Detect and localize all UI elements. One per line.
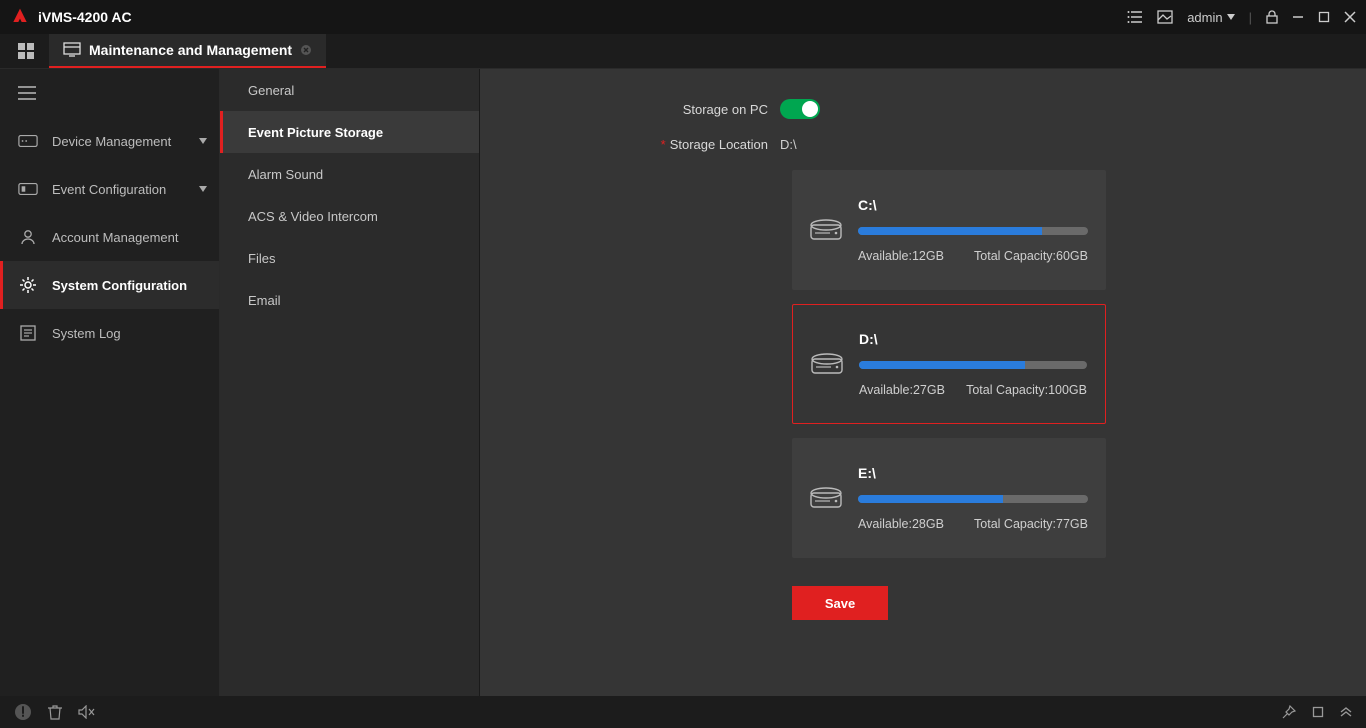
- sidebar-item-system-log[interactable]: System Log: [0, 309, 219, 357]
- drive-total: Total Capacity:77GB: [974, 517, 1088, 531]
- sidebar: Device Management Event Configuration Ac…: [0, 69, 220, 696]
- image-icon[interactable]: [1157, 10, 1173, 24]
- sub-item-acs-video-intercom[interactable]: ACS & Video Intercom: [220, 195, 479, 237]
- hdd-icon: [810, 486, 842, 510]
- event-icon: [18, 181, 38, 197]
- storage-location-value: D:\: [780, 137, 797, 152]
- content-pane: Storage on PC *Storage Location D:\ C:\ A…: [480, 69, 1366, 696]
- storage-on-pc-label: Storage on PC: [580, 102, 780, 117]
- sidebar-item-label: System Log: [52, 326, 121, 341]
- save-button[interactable]: Save: [792, 586, 888, 620]
- sidebar-item-label: Account Management: [52, 230, 178, 245]
- user-menu[interactable]: admin: [1187, 10, 1234, 25]
- expand-up-icon[interactable]: [1340, 707, 1352, 717]
- chevron-down-icon: [199, 186, 207, 192]
- drive-name: C:\: [858, 197, 1088, 213]
- close-button[interactable]: [1344, 11, 1356, 23]
- drive-name: D:\: [859, 331, 1087, 347]
- tab-screen-icon: [63, 41, 81, 59]
- drive-card[interactable]: C:\ Available:12GB Total Capacity:60GB: [792, 170, 1106, 290]
- drive-name: E:\: [858, 465, 1088, 481]
- sub-item-general[interactable]: General: [220, 69, 479, 111]
- sidebar-item-event-configuration[interactable]: Event Configuration: [0, 165, 219, 213]
- capacity-bar: [858, 227, 1088, 235]
- storage-location-label: *Storage Location: [580, 137, 780, 152]
- sidebar-item-system-configuration[interactable]: System Configuration: [0, 261, 219, 309]
- status-bar: [0, 696, 1366, 728]
- sub-sidebar: General Event Picture Storage Alarm Soun…: [220, 69, 480, 696]
- pin-icon[interactable]: [1282, 705, 1296, 719]
- mute-icon[interactable]: [78, 705, 96, 719]
- chevron-down-icon: [199, 138, 207, 144]
- storage-on-pc-toggle[interactable]: [780, 99, 820, 119]
- alert-icon[interactable]: [14, 703, 32, 721]
- sub-item-email[interactable]: Email: [220, 279, 479, 321]
- drive-total: Total Capacity:60GB: [974, 249, 1088, 263]
- sidebar-item-device-management[interactable]: Device Management: [0, 117, 219, 165]
- person-icon: [18, 229, 38, 245]
- sub-item-alarm-sound[interactable]: Alarm Sound: [220, 153, 479, 195]
- capacity-bar: [859, 361, 1087, 369]
- capacity-bar: [858, 495, 1088, 503]
- tab-label: Maintenance and Management: [89, 42, 292, 58]
- sidebar-item-account-management[interactable]: Account Management: [0, 213, 219, 261]
- device-icon: [18, 133, 38, 149]
- tabs-row: Maintenance and Management: [0, 34, 1366, 69]
- home-grid-icon[interactable]: [8, 34, 43, 68]
- user-name: admin: [1187, 10, 1222, 25]
- hdd-icon: [811, 352, 843, 376]
- lock-icon[interactable]: [1266, 10, 1278, 24]
- list-icon[interactable]: [1127, 10, 1143, 24]
- drive-total: Total Capacity:100GB: [966, 383, 1087, 397]
- app-logo-icon: [10, 7, 30, 27]
- app-title: iVMS-4200 AC: [38, 9, 132, 25]
- window-icon[interactable]: [1312, 706, 1324, 718]
- log-icon: [18, 325, 38, 341]
- drive-card[interactable]: E:\ Available:28GB Total Capacity:77GB: [792, 438, 1106, 558]
- title-bar: iVMS-4200 AC admin |: [0, 0, 1366, 34]
- hdd-icon: [810, 218, 842, 242]
- maximize-button[interactable]: [1318, 11, 1330, 23]
- trash-icon[interactable]: [48, 704, 62, 720]
- minimize-button[interactable]: [1292, 11, 1304, 23]
- drive-card[interactable]: D:\ Available:27GB Total Capacity:100GB: [792, 304, 1106, 424]
- drive-available: Available:28GB: [858, 517, 944, 531]
- sidebar-item-label: Device Management: [52, 134, 171, 149]
- drive-available: Available:27GB: [859, 383, 945, 397]
- tab-close-icon[interactable]: [300, 44, 312, 56]
- sidebar-item-label: System Configuration: [52, 278, 187, 293]
- sidebar-item-label: Event Configuration: [52, 182, 166, 197]
- sub-item-event-picture-storage[interactable]: Event Picture Storage: [220, 111, 479, 153]
- sub-item-files[interactable]: Files: [220, 237, 479, 279]
- hamburger-icon[interactable]: [18, 86, 36, 100]
- tab-maintenance[interactable]: Maintenance and Management: [49, 34, 326, 68]
- drive-available: Available:12GB: [858, 249, 944, 263]
- gear-icon: [18, 277, 38, 293]
